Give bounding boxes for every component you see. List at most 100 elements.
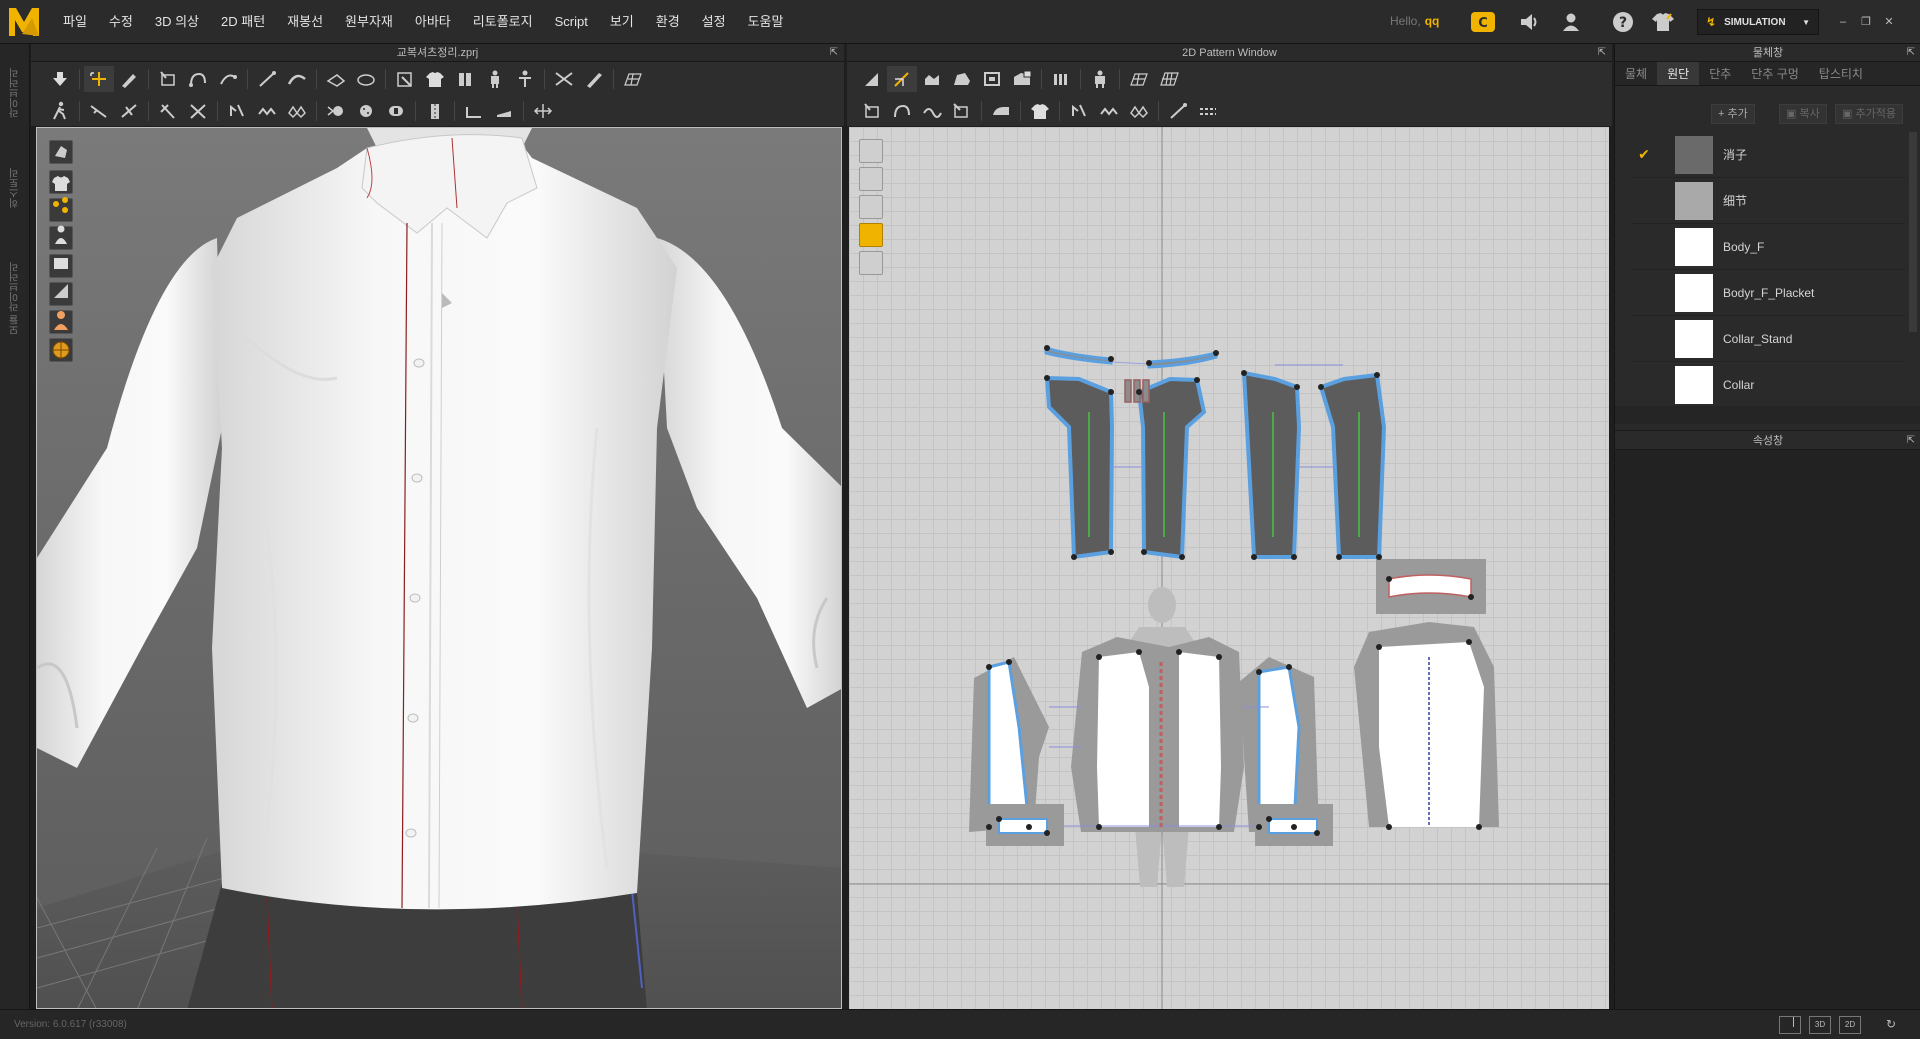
fabric-item[interactable]: Bodyr_F_Placket	[1631, 270, 1905, 316]
select-move-icon[interactable]	[45, 66, 75, 92]
check-sewing-icon[interactable]	[947, 98, 977, 124]
tab-buttonhole[interactable]: 단추 구멍	[1741, 62, 1809, 85]
grid-plane-icon[interactable]	[618, 66, 648, 92]
copy-fabric-button[interactable]: ▣ 복사	[1779, 104, 1827, 124]
avatar-measure-icon[interactable]	[510, 66, 540, 92]
edit-curvature-icon[interactable]	[917, 66, 947, 92]
menu-3d-garment[interactable]: 3D 의상	[144, 0, 210, 44]
m-n-sewing-icon[interactable]	[917, 98, 947, 124]
dart-icon[interactable]	[1046, 66, 1076, 92]
edit-pattern-icon[interactable]	[887, 66, 917, 92]
username[interactable]: qq	[1425, 14, 1440, 28]
sew-segment-icon[interactable]	[84, 98, 114, 124]
garment-2d-icon[interactable]	[1025, 98, 1055, 124]
zipper-2d-icon[interactable]	[1094, 98, 1124, 124]
garment-icon[interactable]	[1650, 10, 1676, 34]
tab-object[interactable]: 물체	[1615, 62, 1657, 85]
fabric-list-scrollbar[interactable]	[1909, 132, 1917, 332]
ruler-2d-icon[interactable]	[1193, 98, 1223, 124]
menu-settings[interactable]: 설정	[691, 0, 737, 44]
menu-environment[interactable]: 환경	[645, 0, 691, 44]
topstitch-icon[interactable]	[420, 98, 450, 124]
fabric-fold-icon[interactable]	[450, 66, 480, 92]
rectangle-icon[interactable]	[977, 66, 1007, 92]
menu-2d-pattern[interactable]: 2D 패턴	[210, 0, 276, 44]
iron-icon[interactable]	[986, 98, 1016, 124]
seam-cross-icon[interactable]	[183, 98, 213, 124]
fabric-item[interactable]: 细节	[1631, 178, 1905, 224]
mode-selector[interactable]: ↯ SIMULATION ▼	[1697, 9, 1819, 35]
piping-2d-icon[interactable]	[1124, 98, 1154, 124]
adjust-pattern-icon[interactable]	[857, 66, 887, 92]
app-logo[interactable]	[6, 4, 42, 40]
internal-shape-icon[interactable]	[1007, 66, 1037, 92]
tab-button[interactable]: 단추	[1699, 62, 1741, 85]
tab-library[interactable]: 라이브러리	[8, 68, 23, 118]
tab-fabric[interactable]: 원단	[1657, 62, 1700, 85]
3d-viewport[interactable]	[36, 127, 842, 1009]
split-view-button[interactable]	[1779, 1016, 1801, 1034]
menu-edit[interactable]: 수정	[98, 0, 144, 44]
undock-icon[interactable]: ⇱	[1907, 431, 1915, 451]
cut-icon[interactable]	[549, 66, 579, 92]
add-fabric-button[interactable]: + 추가	[1711, 104, 1755, 124]
measure-curve-icon[interactable]	[282, 66, 312, 92]
tack-2d-icon[interactable]	[1064, 98, 1094, 124]
fabric-item[interactable]: Collar	[1631, 362, 1905, 408]
menu-file[interactable]: 파일	[52, 0, 98, 44]
speaker-icon[interactable]	[1516, 10, 1542, 34]
2d-view-tool-1[interactable]	[859, 139, 883, 163]
fabric-list-hscroll[interactable]	[1615, 406, 1920, 424]
measure-2d-icon[interactable]	[1163, 98, 1193, 124]
menu-view[interactable]: 보기	[599, 0, 645, 44]
piping-icon[interactable]	[282, 98, 312, 124]
2d-view-tool-5[interactable]	[859, 251, 883, 275]
tab-topstitch[interactable]: 탑스티치	[1809, 62, 1873, 85]
transform-icon[interactable]	[84, 66, 114, 92]
menu-sewing[interactable]: 재봉선	[276, 0, 334, 44]
2d-only-button[interactable]: 2D	[1839, 1016, 1861, 1034]
undock-icon[interactable]: ⇱	[1907, 44, 1915, 62]
cloud-icon[interactable]: C	[1470, 10, 1496, 34]
fasten-icon[interactable]	[381, 98, 411, 124]
fabric-item[interactable]: ✔ 消子	[1631, 132, 1905, 178]
segment-sewing-icon[interactable]	[857, 98, 887, 124]
undock-icon[interactable]: ⇱	[1598, 44, 1606, 62]
tab-module-library[interactable]: 모듈 라이브러리	[8, 262, 23, 335]
menu-avatar[interactable]: 아바타	[404, 0, 462, 44]
texture-move-icon[interactable]	[351, 66, 381, 92]
menu-retopology[interactable]: 리토폴로지	[462, 0, 544, 44]
trace-icon[interactable]	[153, 98, 183, 124]
menu-help[interactable]: 도움말	[737, 0, 795, 44]
refresh-icon[interactable]: ↻	[1880, 1016, 1902, 1034]
pen-icon[interactable]	[579, 66, 609, 92]
walk-icon[interactable]	[45, 98, 75, 124]
trace-avatar-icon[interactable]	[1085, 66, 1115, 92]
free-sewing-icon[interactable]	[887, 98, 917, 124]
button-tool-icon[interactable]	[321, 98, 351, 124]
minimize-button[interactable]: –	[1834, 14, 1852, 30]
avatar-pose-icon[interactable]	[480, 66, 510, 92]
distance-icon[interactable]	[528, 98, 558, 124]
measure-line-icon[interactable]	[252, 66, 282, 92]
polygon-icon[interactable]	[947, 66, 977, 92]
undock-icon[interactable]: ⇱	[830, 44, 838, 62]
show-texture-icon[interactable]	[859, 223, 883, 247]
close-button[interactable]: ✕	[1880, 14, 1898, 30]
buttonhole-icon[interactable]	[351, 98, 381, 124]
sew-free-icon[interactable]	[114, 98, 144, 124]
user-icon[interactable]	[1558, 10, 1584, 34]
zipper-icon[interactable]	[252, 98, 282, 124]
grid-icon[interactable]	[1154, 66, 1184, 92]
arrange-icon[interactable]	[213, 66, 243, 92]
pin-icon[interactable]	[153, 66, 183, 92]
menu-script[interactable]: Script	[544, 0, 599, 44]
brush-icon[interactable]	[114, 66, 144, 92]
puckering-icon[interactable]	[390, 66, 420, 92]
free-topstitch-icon[interactable]	[489, 98, 519, 124]
info-icon[interactable]	[859, 195, 883, 219]
fabric-item[interactable]: Collar_Stand	[1631, 316, 1905, 362]
shirt-front-icon[interactable]	[420, 66, 450, 92]
segment-topstitch-icon[interactable]	[459, 98, 489, 124]
2d-pattern-view[interactable]	[849, 127, 1609, 1009]
